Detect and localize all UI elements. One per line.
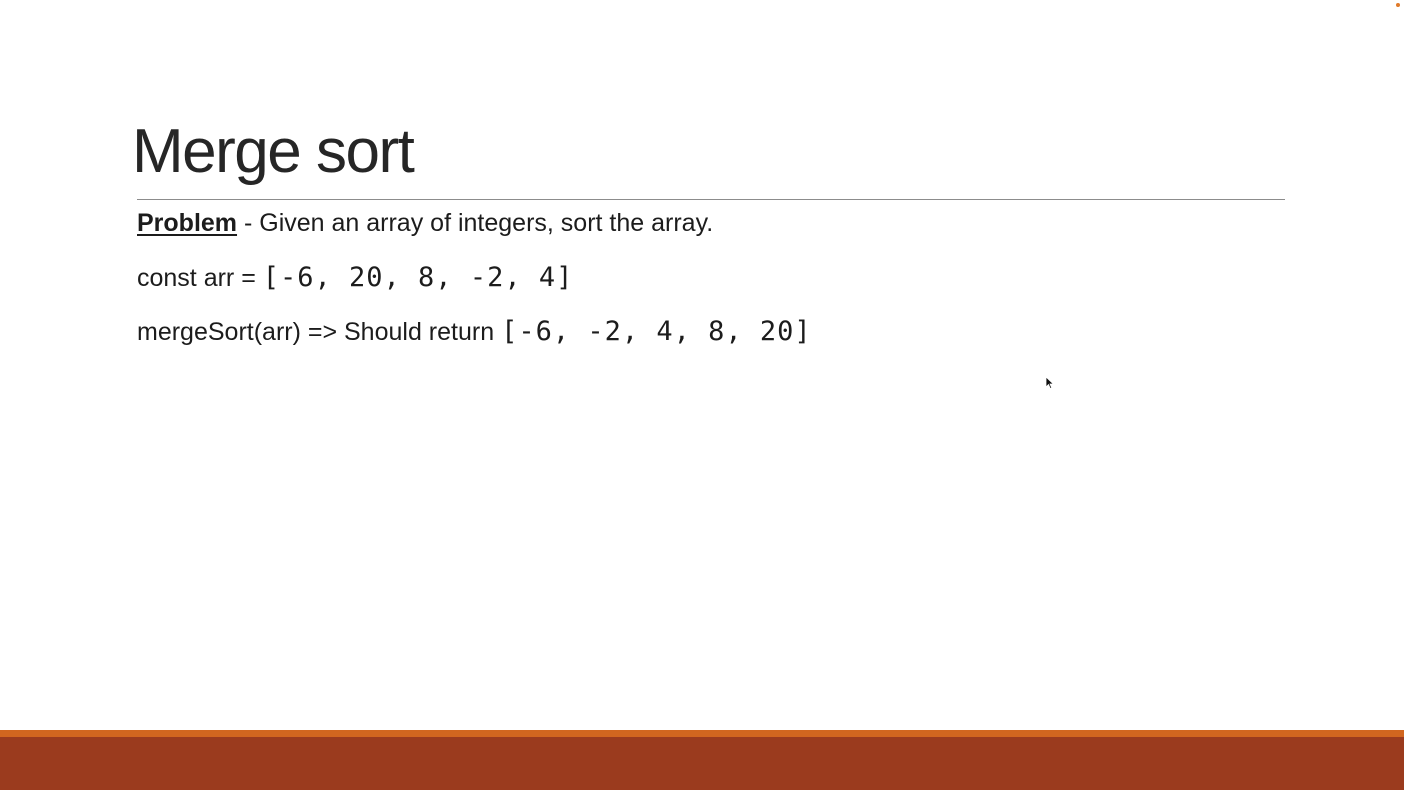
input-array-prefix: const arr =: [137, 264, 263, 292]
expected-output-prefix: mergeSort(arr) => Should return: [137, 318, 502, 346]
input-array-code: [-6, 20, 8, -2, 4]: [262, 262, 574, 293]
slide: Merge sort Problem - Given an array of i…: [0, 0, 1404, 790]
corner-dot: [1396, 3, 1400, 7]
problem-statement: Problem - Given an array of integers, so…: [137, 208, 713, 238]
input-array-line: const arr = [-6, 20, 8, -2, 4]: [137, 262, 573, 294]
footer-accent-stripe: [0, 730, 1404, 737]
problem-text: - Given an array of integers, sort the a…: [237, 209, 714, 237]
title-divider: [137, 199, 1285, 200]
problem-label: Problem: [137, 209, 238, 237]
footer-bar: [0, 737, 1404, 790]
expected-output-code: [-6, -2, 4, 8, 20]: [501, 316, 812, 347]
slide-title: Merge sort: [132, 117, 415, 186]
expected-output-line: mergeSort(arr) => Should return [-6, -2,…: [137, 316, 812, 348]
